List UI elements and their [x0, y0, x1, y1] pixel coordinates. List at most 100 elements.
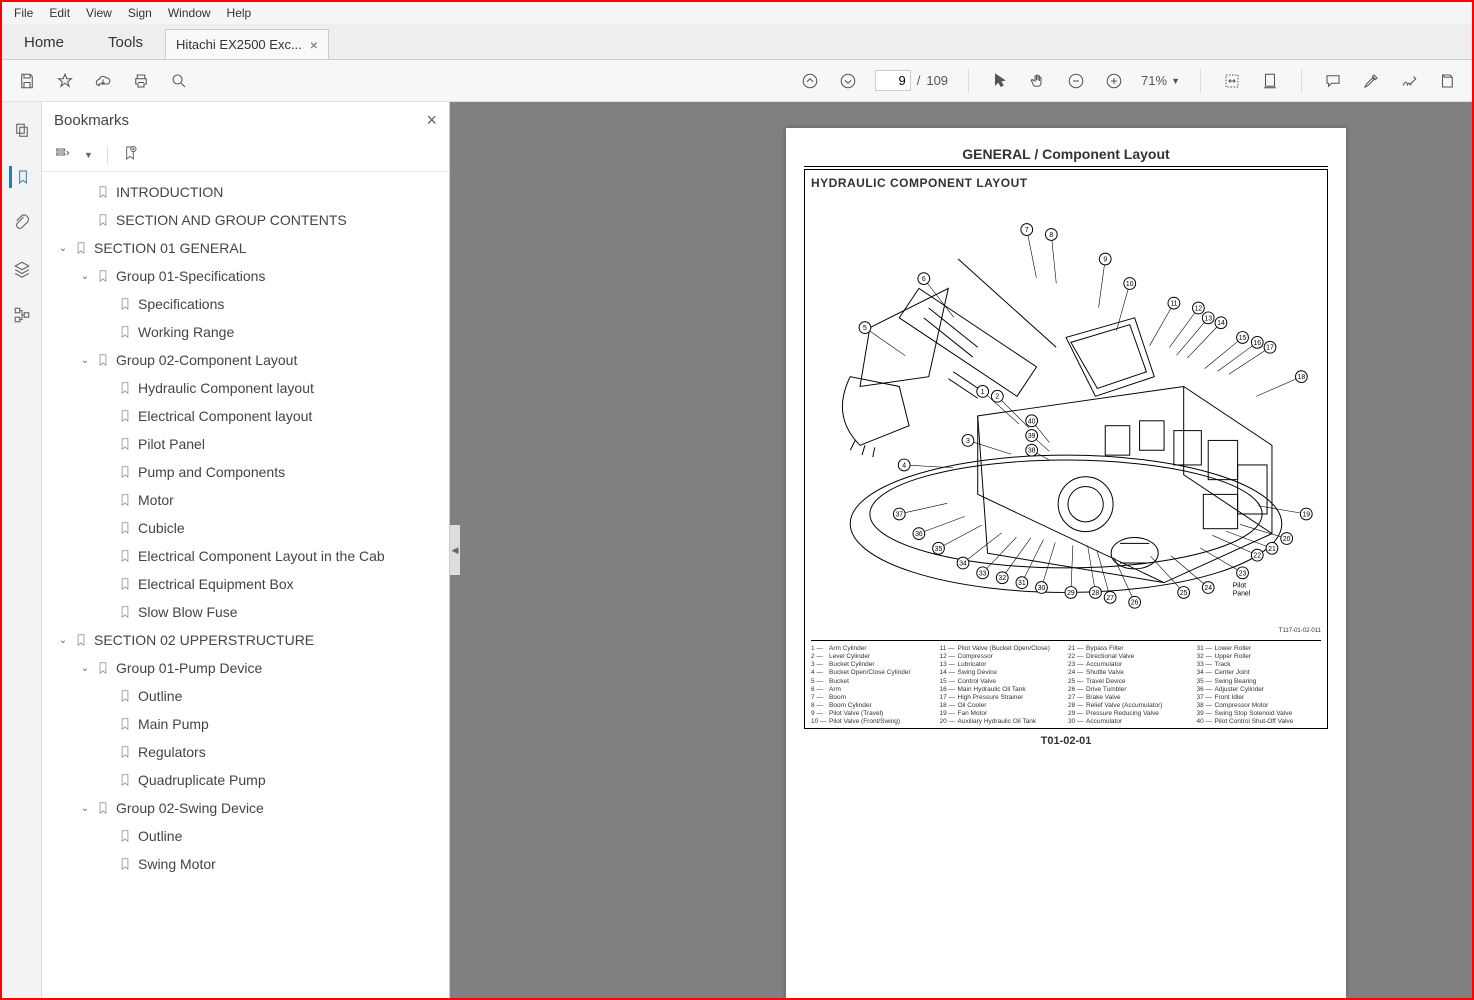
bookmark-icon [118, 297, 132, 311]
new-bookmark-icon[interactable] [122, 145, 138, 164]
stamp-icon[interactable] [1436, 70, 1458, 92]
pointer-icon[interactable] [989, 70, 1011, 92]
toolbar-separator [1200, 69, 1201, 93]
menu-view[interactable]: View [78, 4, 120, 22]
legend-row: 39 —Swing Stop Solenoid Valve [1197, 710, 1322, 718]
menu-help[interactable]: Help [219, 4, 260, 22]
fit-page-icon[interactable] [1259, 70, 1281, 92]
bookmark-item[interactable]: ⌄Group 01-Specifications [42, 262, 449, 290]
tab-document[interactable]: Hitachi EX2500 Exc... × [165, 29, 329, 59]
toolbar-separator [1301, 69, 1302, 93]
bookmark-item[interactable]: Pump and Components [42, 458, 449, 486]
bookmarks-icon[interactable] [9, 166, 31, 188]
twisty-icon[interactable]: ⌄ [78, 803, 92, 814]
bookmark-item[interactable]: INTRODUCTION [42, 178, 449, 206]
svg-text:6: 6 [922, 276, 926, 283]
legend-row: 23 —Accumulator [1068, 661, 1193, 669]
bookmark-item[interactable]: Specifications [42, 290, 449, 318]
bookmark-icon [118, 549, 132, 563]
panel-options-icon[interactable] [54, 145, 70, 164]
zoom-out-icon[interactable] [1065, 70, 1087, 92]
page-number-input[interactable] [875, 70, 911, 91]
bookmark-item[interactable]: ⌄SECTION 02 UPPERSTRUCTURE [42, 626, 449, 654]
svg-text:3: 3 [966, 438, 970, 445]
bookmark-item[interactable]: Slow Blow Fuse [42, 598, 449, 626]
bookmark-item[interactable]: SECTION AND GROUP CONTENTS [42, 206, 449, 234]
menu-edit[interactable]: Edit [41, 4, 78, 22]
twisty-icon[interactable]: ⌄ [78, 663, 92, 674]
highlight-icon[interactable] [1360, 70, 1382, 92]
svg-text:Panel: Panel [1233, 590, 1251, 597]
menu-file[interactable]: File [6, 4, 41, 22]
bookmark-item[interactable]: Hydraulic Component layout [42, 374, 449, 402]
zoom-level[interactable]: 71% ▼ [1141, 73, 1180, 88]
svg-text:14: 14 [1217, 320, 1225, 327]
menu-window[interactable]: Window [160, 4, 219, 22]
bookmark-item[interactable]: Pilot Panel [42, 430, 449, 458]
hand-icon[interactable] [1027, 70, 1049, 92]
layers-icon[interactable] [11, 258, 33, 280]
svg-text:10: 10 [1126, 281, 1134, 288]
twisty-icon[interactable]: ⌄ [78, 271, 92, 282]
svg-text:36: 36 [915, 531, 923, 538]
bookmark-item[interactable]: Swing Motor [42, 850, 449, 878]
legend-row: 7 —Boom [811, 694, 936, 702]
tab-home[interactable]: Home [2, 26, 86, 59]
twisty-icon[interactable]: ⌄ [78, 355, 92, 366]
svg-text:4: 4 [902, 462, 906, 469]
bookmark-item[interactable]: Motor [42, 486, 449, 514]
model-tree-icon[interactable] [11, 304, 33, 326]
bookmark-label: Pilot Panel [138, 436, 205, 452]
page-up-icon[interactable] [799, 70, 821, 92]
bookmark-icon [118, 605, 132, 619]
bookmark-item[interactable]: Working Range [42, 318, 449, 346]
bookmark-item[interactable]: Outline [42, 822, 449, 850]
bookmark-item[interactable]: ⌄Group 02-Component Layout [42, 346, 449, 374]
menu-sign[interactable]: Sign [120, 4, 160, 22]
close-icon[interactable]: × [310, 37, 318, 53]
cloud-icon[interactable] [92, 70, 114, 92]
bookmark-item[interactable]: ⌄SECTION 01 GENERAL [42, 234, 449, 262]
svg-text:22: 22 [1253, 553, 1261, 560]
legend-row: 30 —Accumulator [1068, 718, 1193, 726]
bookmark-item[interactable]: Quadruplicate Pump [42, 766, 449, 794]
toolbar: / 109 71% ▼ [2, 60, 1472, 102]
search-icon[interactable] [168, 70, 190, 92]
comment-icon[interactable] [1322, 70, 1344, 92]
bookmark-item[interactable]: Cubicle [42, 514, 449, 542]
bookmark-item[interactable]: Electrical Equipment Box [42, 570, 449, 598]
twisty-icon[interactable]: ⌄ [56, 635, 70, 646]
svg-text:12: 12 [1195, 305, 1203, 312]
sign-icon[interactable] [1398, 70, 1420, 92]
star-icon[interactable] [54, 70, 76, 92]
legend-row: 28 —Relief Valve (Accumulator) [1068, 702, 1193, 710]
zoom-in-icon[interactable] [1103, 70, 1125, 92]
bookmark-label: Motor [138, 492, 174, 508]
fit-width-icon[interactable] [1221, 70, 1243, 92]
bookmark-label: INTRODUCTION [116, 184, 223, 200]
legend-row: 38 —Compressor Motor [1197, 702, 1322, 710]
bookmark-item[interactable]: Main Pump [42, 710, 449, 738]
svg-text:11: 11 [1170, 301, 1177, 308]
twisty-icon[interactable]: ⌄ [56, 243, 70, 254]
bookmark-item[interactable]: Electrical Component layout [42, 402, 449, 430]
bookmark-item[interactable]: Regulators [42, 738, 449, 766]
legend-table: 1 —Arm Cylinder2 —Level Cylinder3 —Bucke… [811, 640, 1321, 726]
print-icon[interactable] [130, 70, 152, 92]
legend-row: 37 —Front Idler [1197, 694, 1322, 702]
tab-tools[interactable]: Tools [86, 26, 165, 59]
page-down-icon[interactable] [837, 70, 859, 92]
collapse-handle[interactable]: ◀ [450, 525, 460, 575]
bookmark-item[interactable]: ⌄Group 01-Pump Device [42, 654, 449, 682]
bookmark-item[interactable]: ⌄Group 02-Swing Device [42, 794, 449, 822]
attachments-icon[interactable] [11, 212, 33, 234]
legend-row: 25 —Travel Device [1068, 678, 1193, 686]
document-area[interactable]: ◀ GENERAL / Component Layout HYDRAULIC C… [450, 102, 1472, 998]
bookmark-tree[interactable]: INTRODUCTIONSECTION AND GROUP CONTENTS⌄S… [42, 172, 449, 998]
save-icon[interactable] [16, 70, 38, 92]
bookmark-icon [96, 185, 110, 199]
bookmark-item[interactable]: Electrical Component Layout in the Cab [42, 542, 449, 570]
bookmark-item[interactable]: Outline [42, 682, 449, 710]
thumbnails-icon[interactable] [11, 120, 33, 142]
panel-close-icon[interactable]: × [426, 110, 437, 131]
